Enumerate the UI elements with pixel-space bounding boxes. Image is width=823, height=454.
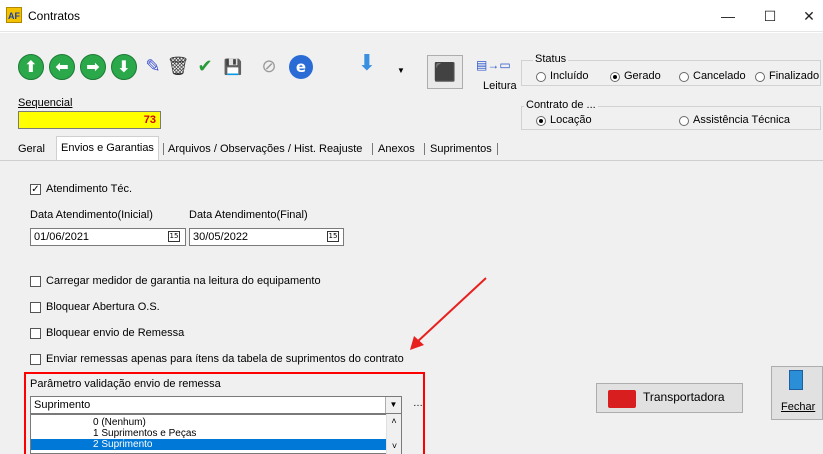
truck-icon [608,390,636,408]
transportadora-label: Transportadora [643,390,725,404]
fechar-label: Fechar [781,401,816,413]
door-exit-icon [789,370,803,390]
